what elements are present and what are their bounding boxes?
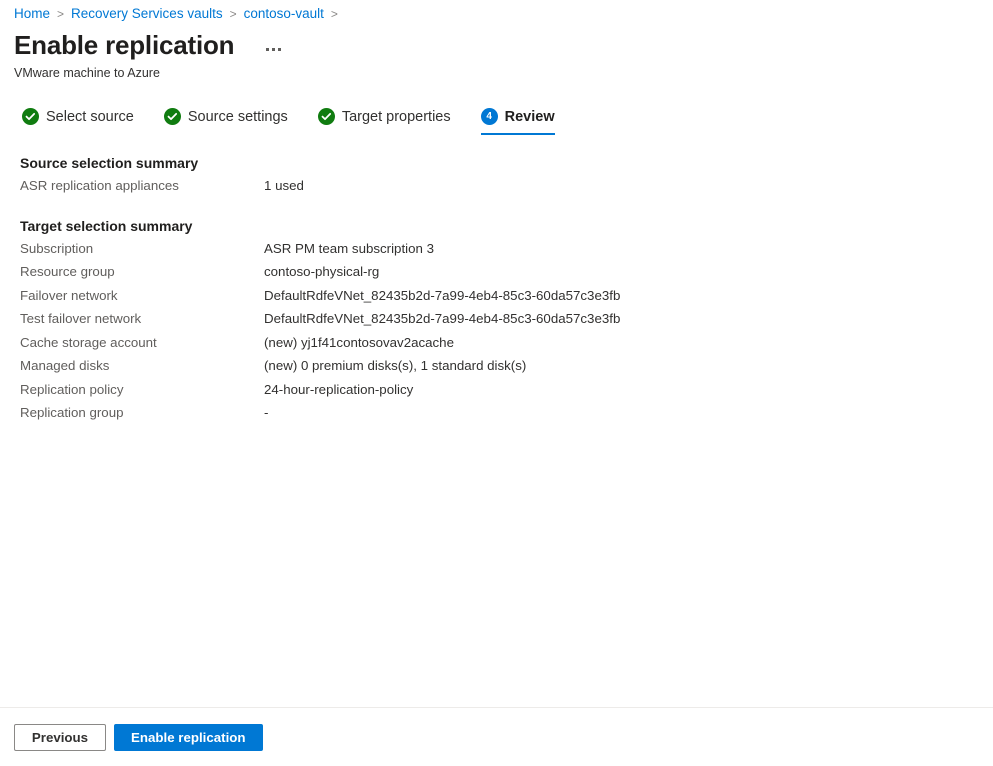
summary-value: contoso-physical-rg [264, 264, 380, 279]
review-summary: Source selection summary ASR replication … [0, 135, 993, 429]
page-subtitle: VMware machine to Azure [14, 66, 160, 80]
breadcrumb-separator-icon: > [229, 6, 237, 21]
ellipsis-dot [271, 47, 275, 51]
summary-row: Subscription ASR PM team subscription 3 [20, 241, 993, 265]
summary-row: ASR replication appliances 1 used [20, 178, 993, 202]
tab-source-settings[interactable]: Source settings [163, 108, 288, 135]
more-options-icon[interactable] [260, 39, 286, 59]
ellipsis-dot [277, 47, 281, 51]
previous-button[interactable]: Previous [14, 723, 106, 751]
step-number: 4 [486, 110, 492, 122]
tab-label: Target properties [341, 108, 451, 125]
summary-value: DefaultRdfeVNet_82435b2d-7a99-4eb4-85c3-… [264, 287, 621, 303]
tab-select-source[interactable]: Select source [22, 108, 134, 135]
summary-row: Failover network DefaultRdfeVNet_82435b2d… [20, 288, 993, 312]
summary-key: Resource group [20, 264, 115, 279]
summary-row: Test failover network DefaultRdfeVNet_824… [20, 311, 993, 335]
section-heading-source-selection-summary: Source selection summary [20, 155, 199, 171]
ellipsis-dot [265, 47, 269, 51]
tab-label: Source settings [187, 108, 288, 125]
summary-key: Test failover network [20, 311, 142, 326]
summary-key: ASR replication appliances [20, 178, 179, 193]
summary-value: 1 used [264, 178, 304, 193]
summary-value: (new) 0 premium disks(s), 1 standard dis… [264, 358, 527, 373]
step-number-badge: 4 [480, 108, 498, 125]
summary-value: DefaultRdfeVNet_82435b2d-7a99-4eb4-85c3-… [264, 311, 621, 326]
summary-value: ASR PM team subscription 3 [264, 240, 434, 256]
check-circle-icon [22, 108, 39, 125]
summary-key: Replication policy [20, 381, 124, 397]
breadcrumb-link-2[interactable]: contoso-vault [244, 6, 324, 21]
page-title-row: Enable replication [0, 22, 993, 62]
breadcrumb-link-0[interactable]: Home [14, 6, 50, 21]
summary-row: Replication policy 24-hour-replication-po… [20, 382, 993, 406]
summary-key: Managed disks [20, 358, 110, 373]
tab-label: Select source [46, 108, 134, 125]
enable-replication-page: Home > Recovery Services vaults > contoso-va… [0, 0, 993, 766]
summary-value: (new) yj1f41contosovav2acache [264, 334, 454, 350]
breadcrumb-separator-icon: > [330, 6, 338, 21]
summary-row: Managed disks (new) 0 premium disks(s), 1… [20, 358, 993, 382]
tab-review[interactable]: 4 Review [480, 108, 555, 135]
summary-key: Replication group [20, 405, 124, 420]
summary-value: 24-hour-replication-policy [264, 381, 414, 397]
page-title: Enable replication [14, 30, 235, 60]
summary-key: Cache storage account [20, 334, 157, 350]
summary-key: Failover network [20, 287, 118, 303]
summary-value: - [264, 405, 269, 420]
footer-action-bar: Previous Enable replication [0, 707, 993, 766]
breadcrumb: Home > Recovery Services vaults > contoso-va… [0, 0, 993, 22]
enable-replication-button[interactable]: Enable replication [114, 723, 263, 751]
wizard-tabs: Select source Source settings Target prope… [0, 82, 993, 135]
check-circle-icon [317, 108, 335, 125]
summary-row: Replication group - [20, 405, 993, 429]
tab-label: Review [504, 108, 555, 125]
breadcrumb-link-1[interactable]: Recovery Services vaults [71, 6, 223, 21]
summary-row: Cache storage account (new) yj1f41contoso… [20, 335, 993, 359]
tab-target-properties[interactable]: Target properties [317, 108, 451, 135]
summary-row: Resource group contoso-physical-rg [20, 264, 993, 288]
breadcrumb-separator-icon: > [57, 6, 65, 21]
check-circle-icon [163, 108, 181, 125]
summary-key: Subscription [20, 240, 94, 256]
section-heading-target-selection-summary: Target selection summary [20, 217, 193, 234]
